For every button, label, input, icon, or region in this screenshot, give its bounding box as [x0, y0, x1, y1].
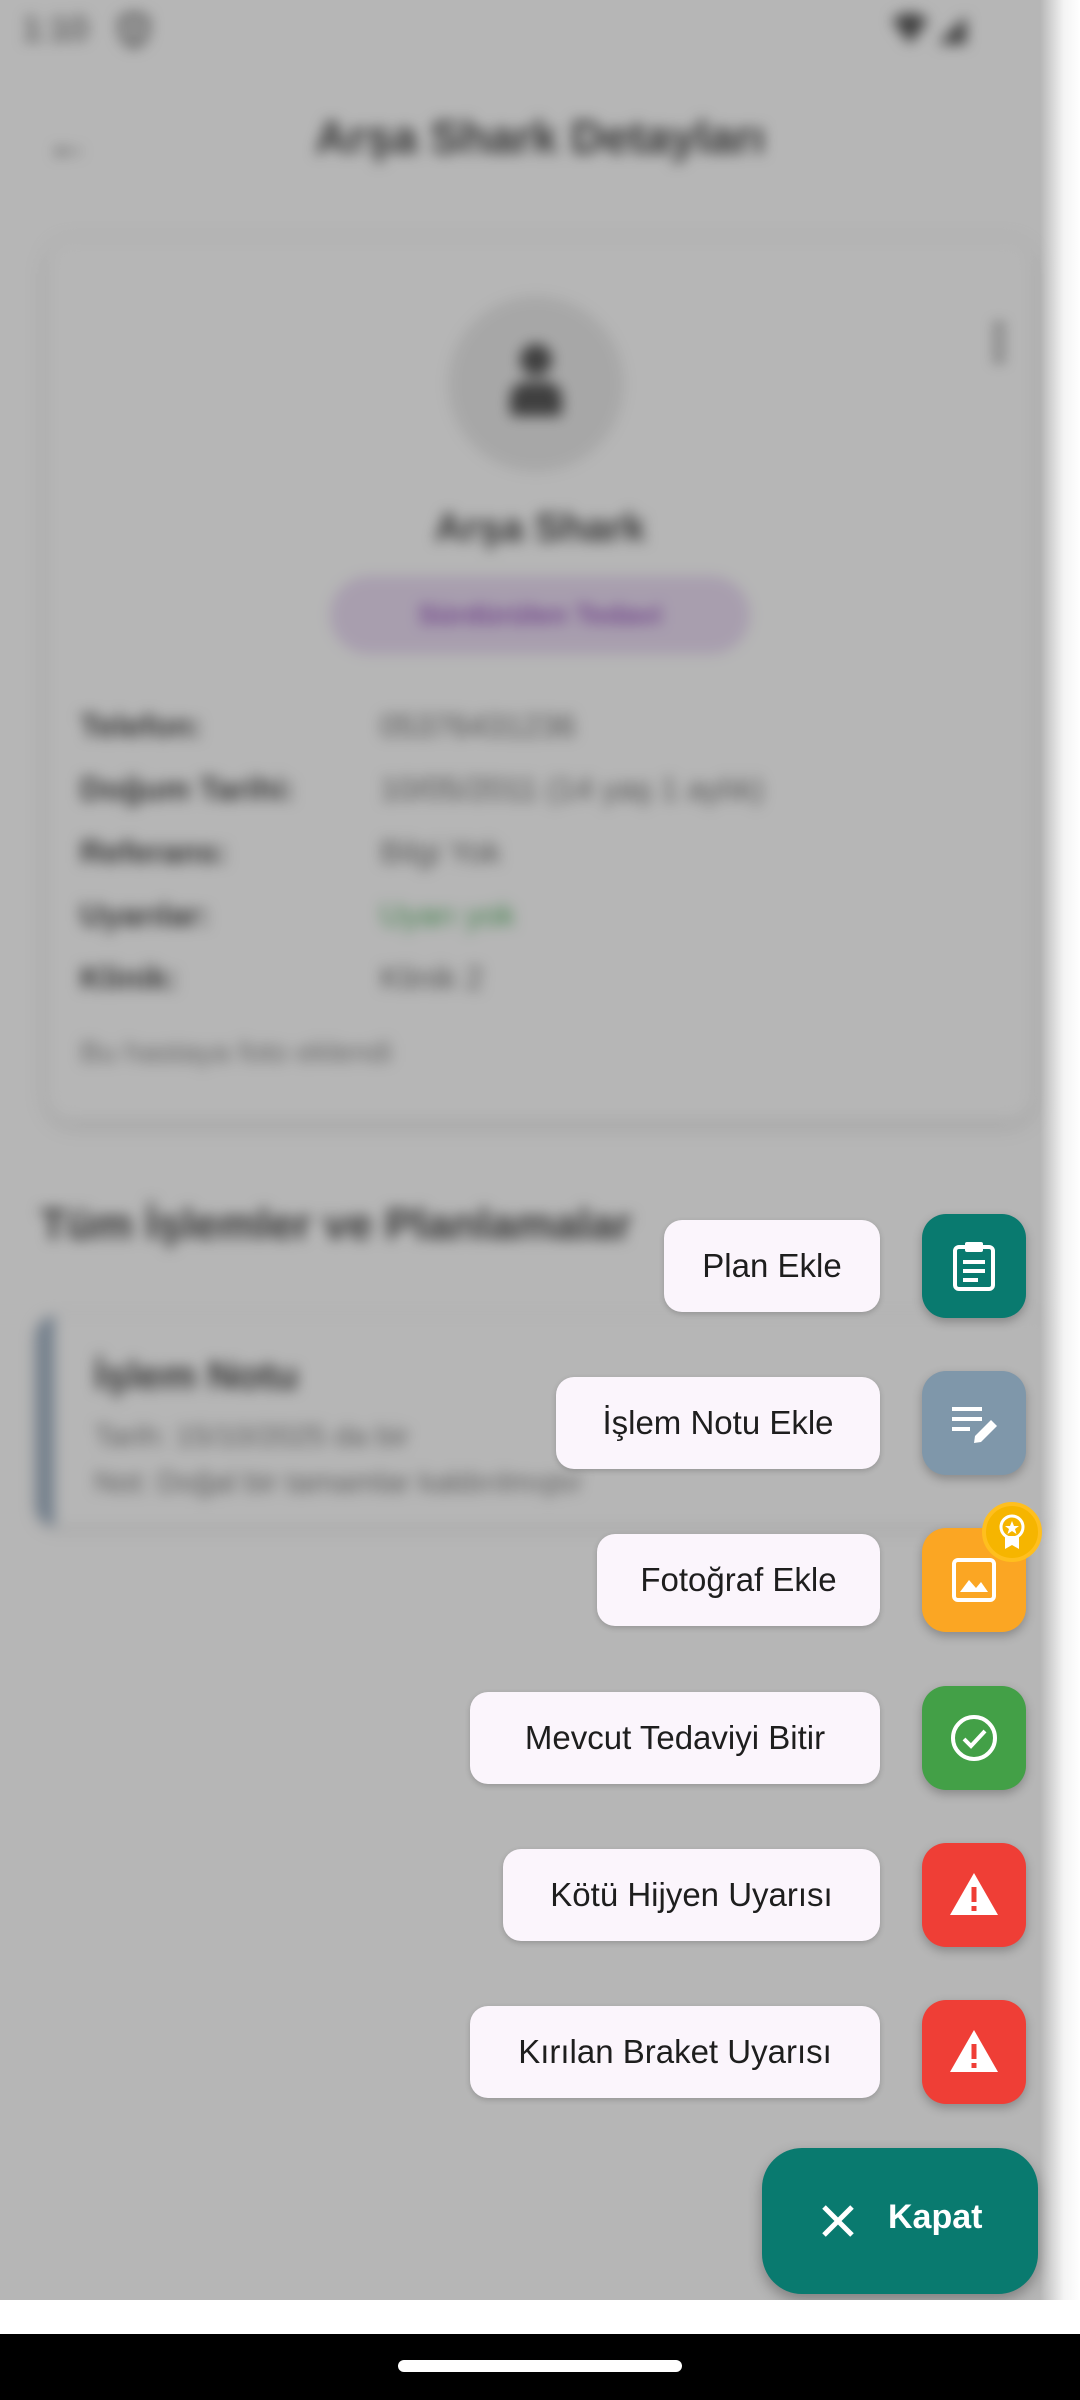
clipboard-icon — [953, 1242, 995, 1291]
plan-ekle-label[interactable]: Plan Ekle — [664, 1220, 880, 1312]
bottom-gap — [0, 2300, 1080, 2334]
close-fab-button[interactable]: Kapat — [762, 2148, 1038, 2294]
islem-notu-ekle-button[interactable] — [922, 1371, 1026, 1475]
kotu-hijyen-label[interactable]: Kötü Hijyen Uyarısı — [503, 1849, 880, 1941]
warning-icon — [950, 2030, 998, 2072]
check-circle-icon — [951, 1715, 997, 1761]
plan-ekle-button[interactable] — [922, 1214, 1026, 1318]
home-handle[interactable] — [398, 2360, 682, 2372]
kirilan-braket-button[interactable] — [922, 2000, 1026, 2104]
kotu-hijyen-button[interactable] — [922, 1843, 1026, 1947]
edit-note-icon — [952, 1407, 997, 1443]
warning-icon — [950, 1873, 998, 1915]
dim-overlay[interactable] — [0, 0, 1080, 2300]
close-label: Kapat — [888, 2198, 983, 2236]
close-icon — [822, 2205, 854, 2237]
navigation-bar — [0, 2334, 1080, 2400]
edge-shadow — [1040, 0, 1080, 2300]
tedaviyi-bitir-label[interactable]: Mevcut Tedaviyi Bitir — [470, 1692, 880, 1784]
islem-notu-ekle-label[interactable]: İşlem Notu Ekle — [556, 1377, 880, 1469]
premium-badge-icon — [982, 1502, 1042, 1562]
fotograf-ekle-label[interactable]: Fotoğraf Ekle — [597, 1534, 880, 1626]
tedaviyi-bitir-button[interactable] — [922, 1686, 1026, 1790]
kirilan-braket-label[interactable]: Kırılan Braket Uyarısı — [470, 2006, 880, 2098]
image-icon — [952, 1558, 996, 1602]
screen: 1:10 ← Arşa Shark Detayları Arşa Shark S… — [0, 0, 1080, 2400]
